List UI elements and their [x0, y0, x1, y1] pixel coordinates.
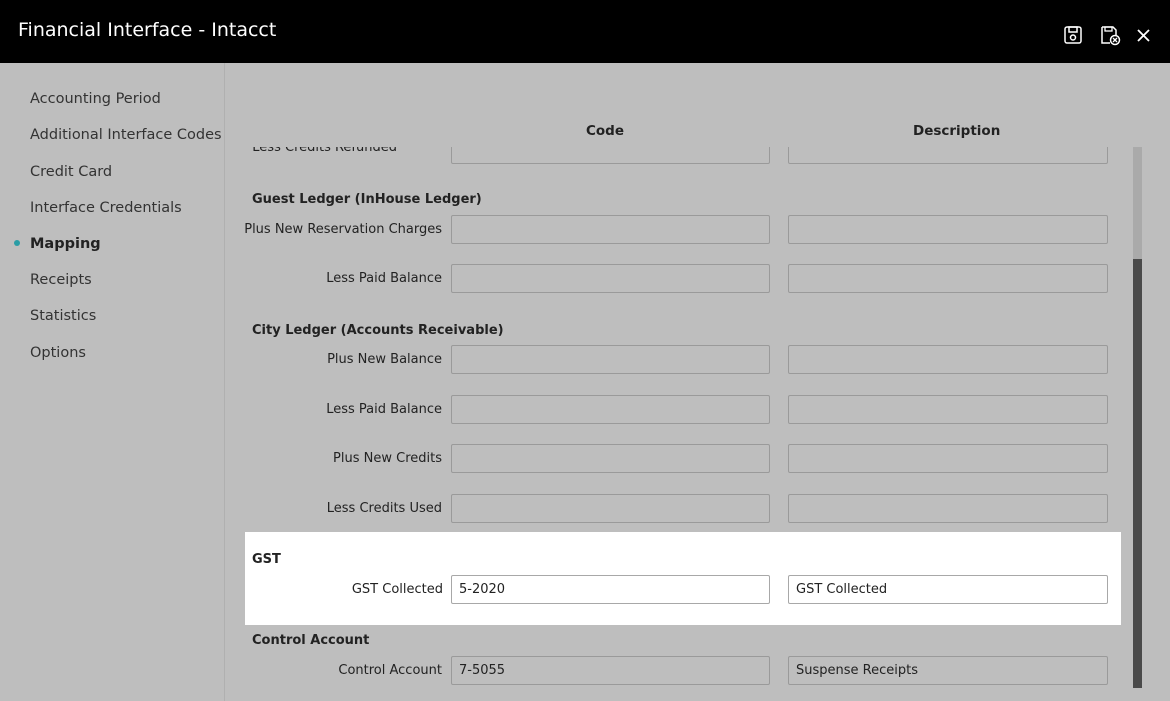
code-field[interactable] — [451, 215, 770, 244]
description-field[interactable] — [788, 444, 1108, 473]
code-field[interactable] — [451, 444, 770, 473]
column-header-description: Description — [913, 123, 1001, 139]
sidebar-item-statistics[interactable]: Statistics — [30, 308, 96, 324]
section-title-gst: GST — [252, 552, 281, 567]
save-icon[interactable] — [1062, 24, 1084, 46]
sidebar-item-additional-interface-codes[interactable]: Additional Interface Codes — [30, 127, 222, 143]
row-label: Plus New Credits — [333, 451, 442, 466]
sidebar-item-receipts[interactable]: Receipts — [30, 272, 92, 288]
sidebar-nav: Accounting Period Additional Interface C… — [0, 63, 225, 701]
row-label: GST Collected — [351, 582, 443, 597]
sidebar-item-accounting-period[interactable]: Accounting Period — [30, 91, 161, 107]
scrollbar-thumb[interactable] — [1133, 259, 1142, 688]
description-field[interactable] — [788, 395, 1108, 424]
sidebar-item-interface-credentials[interactable]: Interface Credentials — [30, 200, 182, 216]
row-label: Control Account — [338, 663, 442, 678]
description-field[interactable] — [788, 215, 1108, 244]
sidebar-item-mapping[interactable]: Mapping — [30, 236, 101, 252]
section-title-city-ledger: City Ledger (Accounts Receivable) — [252, 323, 504, 338]
section-title-guest-ledger: Guest Ledger (InHouse Ledger) — [252, 192, 482, 207]
save-close-icon[interactable] — [1099, 24, 1121, 46]
description-field[interactable] — [788, 264, 1108, 293]
code-field[interactable] — [451, 345, 770, 374]
window-title: Financial Interface - Intacct — [18, 19, 277, 41]
mapping-panel: Code Description Less Credits Refunded G… — [225, 63, 1170, 701]
code-field[interactable]: 5-2020 — [451, 575, 770, 604]
section-title-control-account: Control Account — [252, 633, 370, 648]
row-label: Less Credits Used — [326, 501, 442, 516]
partial-row-clip: Less Credits Refunded — [225, 147, 1125, 165]
close-icon[interactable] — [1133, 24, 1155, 46]
sidebar-item-options[interactable]: Options — [30, 345, 86, 361]
description-field[interactable]: Suspense Receipts — [788, 656, 1108, 685]
gst-highlight-panel: GST GST Collected 5-2020 GST Collected — [245, 532, 1121, 625]
description-field[interactable] — [788, 494, 1108, 523]
code-field[interactable] — [451, 264, 770, 293]
row-label: Less Credits Refunded — [252, 147, 397, 155]
column-header-code: Code — [586, 123, 625, 139]
description-field[interactable] — [788, 147, 1108, 164]
row-label: Plus New Reservation Charges — [244, 222, 442, 237]
row-label: Less Paid Balance — [326, 402, 442, 417]
code-field[interactable] — [451, 147, 770, 164]
code-field[interactable] — [451, 494, 770, 523]
title-bar: Financial Interface - Intacct — [0, 0, 1170, 63]
sidebar-item-credit-card[interactable]: Credit Card — [30, 164, 112, 180]
row-label: Less Paid Balance — [326, 271, 442, 286]
row-label: Plus New Balance — [327, 352, 442, 367]
description-field[interactable]: GST Collected — [788, 575, 1108, 604]
code-field[interactable]: 7-5055 — [451, 656, 770, 685]
active-indicator-dot — [14, 240, 20, 246]
code-field[interactable] — [451, 395, 770, 424]
description-field[interactable] — [788, 345, 1108, 374]
